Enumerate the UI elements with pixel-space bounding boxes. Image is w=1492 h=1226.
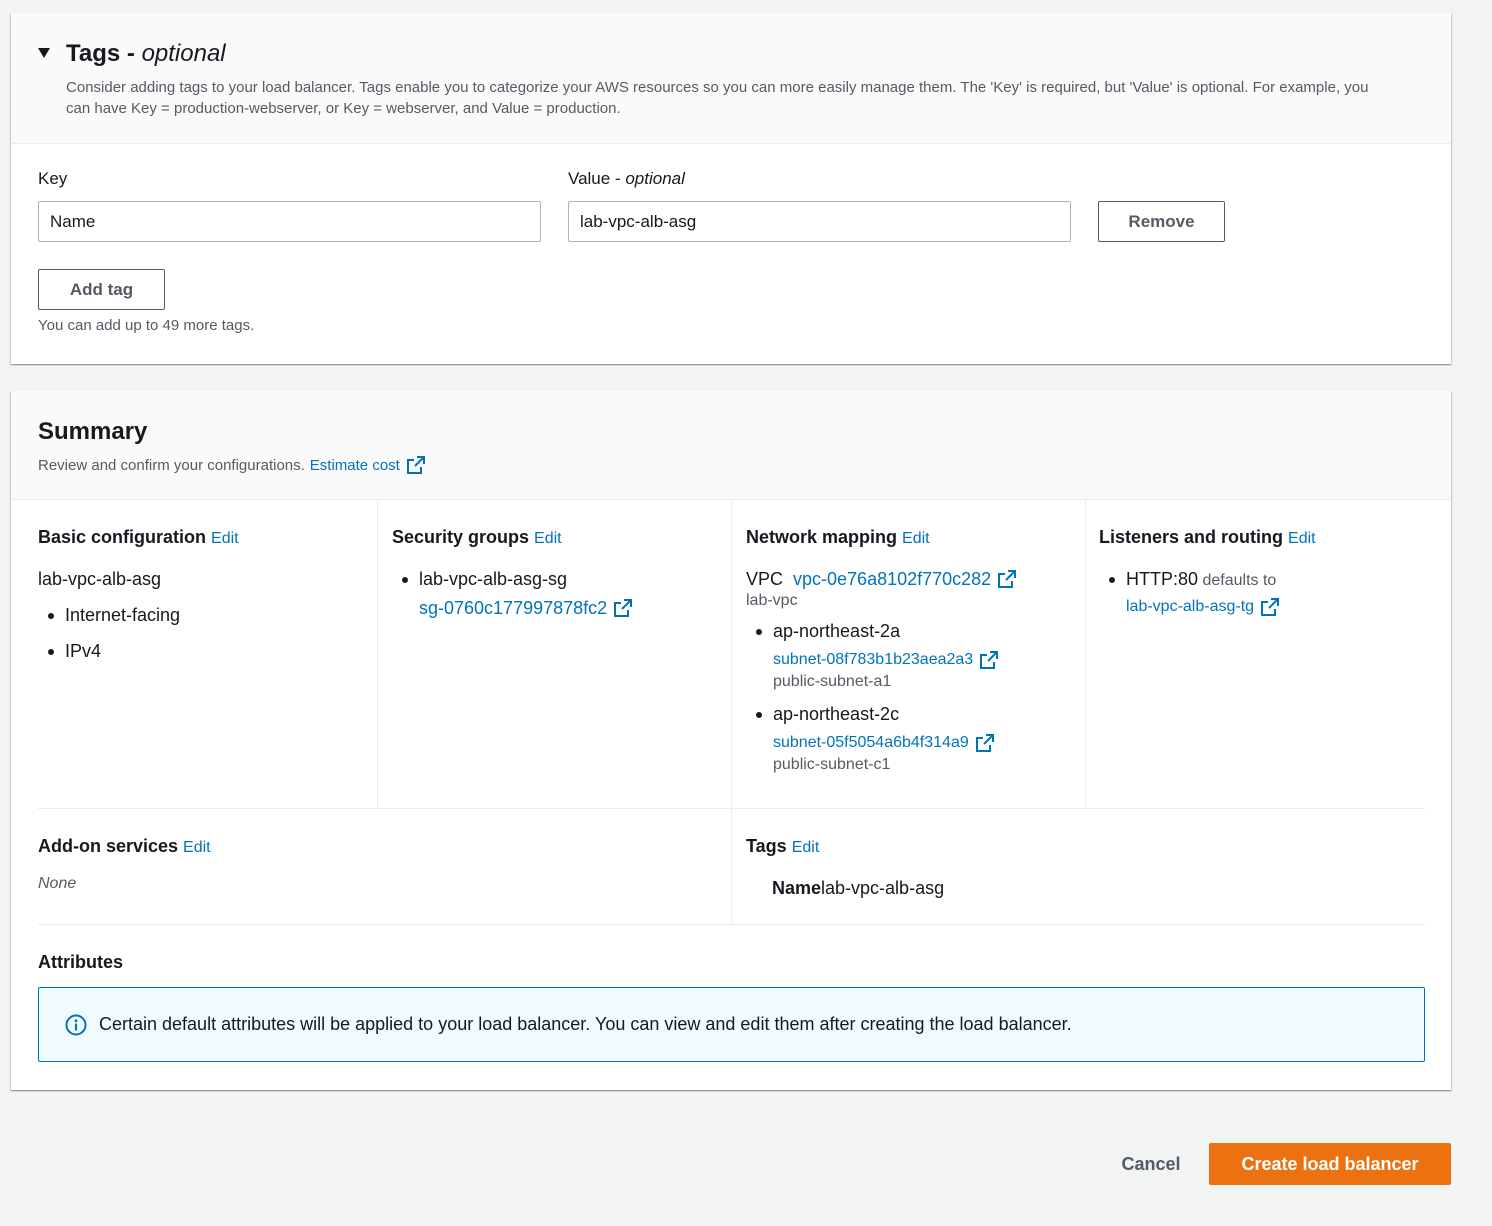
attributes-info-alert: Certain default attributes will be appli… bbox=[38, 987, 1425, 1062]
list-item: Internet-facing bbox=[38, 604, 377, 626]
subnet-name: public-subnet-a1 bbox=[773, 673, 892, 690]
listeners-routing-title: Listeners and routing Edit bbox=[1099, 527, 1316, 547]
info-icon bbox=[65, 1014, 87, 1036]
listener-protocol: HTTP:80 bbox=[1126, 569, 1199, 589]
basic-configuration-list: Internet-facing IPv4 bbox=[38, 604, 377, 662]
tags-panel: Tags - optional Consider adding tags to … bbox=[11, 13, 1451, 364]
addon-services-section: Add-on services Edit None bbox=[38, 809, 731, 924]
add-tag-button[interactable]: Add tag bbox=[38, 269, 165, 310]
tags-summary-title: Tags Edit bbox=[746, 836, 820, 856]
security-groups-section: Security groups Edit lab-vpc-alb-asg-sg s… bbox=[377, 500, 731, 807]
external-link-icon[interactable] bbox=[979, 650, 999, 670]
external-link-icon[interactable] bbox=[406, 455, 426, 475]
edit-tags-link[interactable]: Edit bbox=[792, 839, 820, 856]
list-item: HTTP:80 defaults to lab-vpc-alb-asg-tg bbox=[1099, 568, 1425, 617]
subnet-list: ap-northeast-2a subnet-08f783b1b23aea2a3… bbox=[746, 620, 1085, 774]
edit-addon-services-link[interactable]: Edit bbox=[183, 839, 211, 856]
edit-listeners-link[interactable]: Edit bbox=[1288, 530, 1316, 547]
security-group-name: lab-vpc-alb-asg-sg bbox=[419, 569, 568, 589]
tags-panel-title[interactable]: Tags - optional bbox=[66, 39, 1396, 69]
addon-services-value: None bbox=[38, 875, 77, 892]
subnet-id-link[interactable]: subnet-08f783b1b23aea2a3 bbox=[773, 651, 973, 669]
vpc-row: VPC vpc-0e76a8102f770c282 bbox=[746, 568, 1085, 590]
tag-key-input[interactable] bbox=[38, 201, 541, 242]
tag-summary-row: Namelab-vpc-alb-asg bbox=[746, 877, 1425, 899]
load-balancer-name: lab-vpc-alb-asg bbox=[38, 569, 162, 589]
tag-value: lab-vpc-alb-asg bbox=[821, 878, 945, 898]
external-link-icon[interactable] bbox=[975, 733, 995, 753]
subnet-id-link[interactable]: subnet-05f5054a6b4f314a9 bbox=[773, 734, 969, 752]
basic-configuration-title: Basic configuration Edit bbox=[38, 527, 239, 547]
attributes-title: Attributes bbox=[38, 952, 123, 972]
tags-panel-header: Tags - optional Consider adding tags to … bbox=[11, 13, 1451, 144]
listeners-list: HTTP:80 defaults to lab-vpc-alb-asg-tg bbox=[1099, 568, 1425, 617]
value-label: Value - optional bbox=[568, 169, 685, 188]
subnet-name: public-subnet-c1 bbox=[773, 756, 891, 773]
list-item: lab-vpc-alb-asg-sg sg-0760c177997878fc2 bbox=[392, 568, 731, 619]
vpc-label: VPC bbox=[746, 569, 784, 589]
summary-description: Review and confirm your configurations. … bbox=[38, 455, 1424, 475]
vpc-name: lab-vpc bbox=[746, 592, 798, 609]
create-load-balancer-button[interactable]: Create load balancer bbox=[1209, 1143, 1451, 1185]
summary-title: Summary bbox=[38, 418, 148, 445]
basic-configuration-section: Basic configuration Edit lab-vpc-alb-asg … bbox=[38, 500, 377, 807]
defaults-to-label: defaults to bbox=[1202, 572, 1277, 589]
tags-description: Consider adding tags to your load balanc… bbox=[66, 79, 1369, 117]
network-mapping-section: Network mapping Edit VPC vpc-0e76a8102f77… bbox=[731, 500, 1085, 807]
security-group-id-link[interactable]: sg-0760c177997878fc2 bbox=[419, 597, 607, 619]
tag-value-input[interactable] bbox=[568, 201, 1071, 242]
addon-services-title: Add-on services Edit bbox=[38, 836, 211, 856]
external-link-icon[interactable] bbox=[1260, 597, 1280, 617]
edit-security-groups-link[interactable]: Edit bbox=[534, 530, 562, 547]
listeners-routing-section: Listeners and routing Edit HTTP:80 defaul… bbox=[1085, 500, 1425, 807]
summary-panel-header: Summary Review and confirm your configur… bbox=[11, 391, 1451, 500]
network-mapping-title: Network mapping Edit bbox=[746, 527, 930, 547]
edit-network-mapping-link[interactable]: Edit bbox=[902, 530, 930, 547]
security-groups-title: Security groups Edit bbox=[392, 527, 562, 547]
availability-zone: ap-northeast-2a bbox=[773, 621, 901, 641]
optional-label: optional bbox=[141, 40, 226, 67]
key-label: Key bbox=[38, 169, 68, 188]
list-item: ap-northeast-2c subnet-05f5054a6b4f314a9… bbox=[746, 703, 1085, 774]
divider bbox=[38, 924, 1425, 925]
attributes-info-text: Certain default attributes will be appli… bbox=[99, 1014, 1072, 1034]
list-item: IPv4 bbox=[38, 640, 377, 662]
security-groups-list: lab-vpc-alb-asg-sg sg-0760c177997878fc2 bbox=[392, 568, 731, 619]
cancel-button[interactable]: Cancel bbox=[1109, 1143, 1193, 1185]
external-link-icon[interactable] bbox=[613, 598, 633, 618]
list-item: ap-northeast-2a subnet-08f783b1b23aea2a3… bbox=[746, 620, 1085, 691]
target-group-link[interactable]: lab-vpc-alb-asg-tg bbox=[1126, 598, 1254, 616]
estimate-cost-link[interactable]: Estimate cost bbox=[310, 457, 400, 474]
tag-key: Name bbox=[772, 878, 822, 898]
tags-limit-hint: You can add up to 49 more tags. bbox=[38, 317, 255, 334]
availability-zone: ap-northeast-2c bbox=[773, 704, 900, 724]
vpc-id-link[interactable]: vpc-0e76a8102f770c282 bbox=[793, 568, 991, 590]
remove-tag-button[interactable]: Remove bbox=[1098, 201, 1225, 242]
summary-panel: Summary Review and confirm your configur… bbox=[11, 391, 1451, 1090]
edit-basic-configuration-link[interactable]: Edit bbox=[211, 530, 239, 547]
tags-summary-section: Tags Edit Namelab-vpc-alb-asg bbox=[731, 809, 1425, 924]
external-link-icon[interactable] bbox=[997, 569, 1017, 589]
caret-down-icon[interactable] bbox=[38, 48, 50, 58]
